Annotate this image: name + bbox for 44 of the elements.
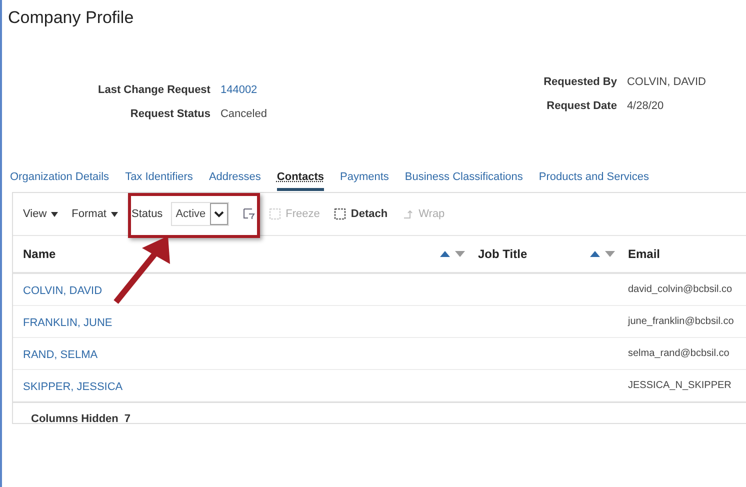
table-cell-text: david_colvin@bcbsil.co	[628, 284, 734, 295]
tab[interactable]: Products and Services	[538, 165, 649, 191]
contact-name-link[interactable]: COLVIN, DAVID	[23, 284, 102, 296]
table-cell-text: selma_rand@bcbsil.co	[628, 348, 730, 359]
sort-icon[interactable]	[438, 250, 468, 258]
tab[interactable]: Organization Details	[10, 165, 110, 191]
field-label: Request Status	[129, 108, 210, 120]
tab[interactable]: Tax Identifiers	[125, 165, 193, 191]
wrap-icon	[402, 208, 414, 220]
field-label: Requested By	[544, 76, 617, 88]
status-select[interactable]: Active	[170, 202, 229, 226]
filter-button[interactable]	[242, 208, 255, 220]
sort-icon[interactable]	[588, 250, 618, 258]
tab[interactable]: Contacts	[276, 165, 324, 191]
field-value: COLVIN, DAVID	[626, 76, 706, 88]
column-header[interactable]: Job Title	[478, 247, 588, 261]
table-icon	[334, 208, 346, 220]
column-header[interactable]: Email	[628, 247, 746, 261]
menu-button[interactable]: Format	[72, 208, 118, 220]
page-title: Company Profile	[8, 7, 135, 29]
column-header[interactable]: Name	[23, 247, 438, 261]
field-label: Request Date	[546, 100, 617, 112]
tab[interactable]: Business Classifications	[404, 165, 523, 191]
chevron-down-icon	[214, 210, 224, 218]
footer-label: Columns Hidden	[31, 413, 118, 425]
contact-name-link[interactable]: SKIPPER, JESSICA	[23, 380, 123, 392]
table-icon	[268, 208, 281, 220]
menu-button[interactable]: View	[23, 208, 58, 220]
table-cell-text: june_franklin@bcbsil.co	[628, 316, 735, 327]
field-label: Last Change Request	[98, 84, 210, 96]
field-value: Canceled	[220, 108, 267, 120]
caret-icon	[50, 212, 58, 216]
tab[interactable]: Addresses	[208, 165, 261, 191]
footer-value: 7	[124, 413, 131, 425]
detach-button[interactable]: Detach	[334, 208, 388, 220]
caret-icon	[110, 212, 118, 216]
tab[interactable]: Payments	[340, 165, 389, 191]
table-cell-text: JESSICA_N_SKIPPER	[628, 380, 732, 391]
contact-name-link[interactable]: FRANKLIN, JUNE	[23, 316, 112, 328]
filter-icon	[242, 208, 255, 220]
status-label: Status	[132, 208, 163, 220]
request-link[interactable]: 144002	[220, 84, 267, 96]
contact-name-link[interactable]: RAND, SELMA	[23, 348, 98, 360]
field-value: 4/28/20	[626, 100, 665, 112]
